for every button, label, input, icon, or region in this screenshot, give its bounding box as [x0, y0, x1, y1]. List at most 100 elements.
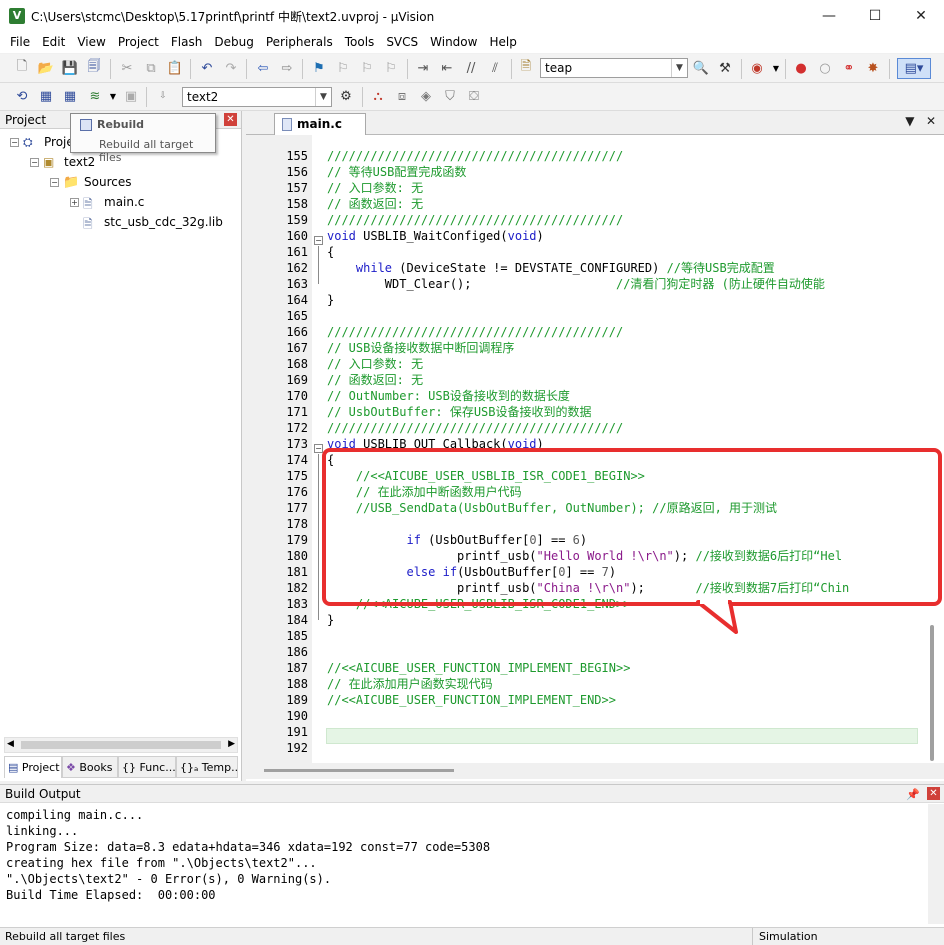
scrollbar-thumb[interactable] — [930, 625, 934, 761]
clear-bookmarks-icon[interactable]: ⚐ — [382, 59, 400, 77]
scrollbar-thumb[interactable] — [264, 769, 454, 772]
line-number: 186 — [286, 645, 308, 659]
editor-horizontal-scrollbar[interactable] — [246, 763, 944, 779]
breakpoint-icon[interactable]: ● — [792, 59, 810, 77]
build-output-scrollbar[interactable] — [928, 804, 944, 924]
menu-file[interactable]: File — [4, 32, 36, 53]
save-all-icon[interactable]: 🗐 — [85, 59, 103, 77]
menu-window[interactable]: Window — [424, 32, 483, 53]
run-time-environment-icon[interactable]: ⛋ — [465, 87, 483, 105]
maximize-icon[interactable]: ☐ — [852, 0, 898, 32]
tab-books[interactable]: ❖ Books — [62, 756, 118, 778]
menu-tools[interactable]: Tools — [339, 32, 381, 53]
scroll-right-icon[interactable]: ▶ — [228, 739, 235, 749]
menu-project[interactable]: Project — [112, 32, 165, 53]
next-bookmark-icon[interactable]: ⚐ — [358, 59, 376, 77]
tab-main-c[interactable]: main.c — [274, 113, 366, 135]
uncomment-icon[interactable]: ⫽ — [486, 59, 504, 77]
expand-icon[interactable]: + — [70, 197, 79, 207]
redo-icon[interactable]: ↷ — [222, 59, 240, 77]
tree-item-lib[interactable]: 🗎 stc_usb_cdc_32g.lib — [83, 212, 223, 232]
tab-project[interactable]: ▤ Project — [4, 756, 62, 778]
comment-icon[interactable]: // — [462, 59, 480, 77]
window-layout-icon[interactable]: ▤▾ — [897, 58, 931, 79]
menu-peripherals[interactable]: Peripherals — [260, 32, 339, 53]
menu-flash[interactable]: Flash — [165, 32, 208, 53]
nav-back-icon[interactable]: ⇦ — [254, 59, 272, 77]
project-horizontal-scrollbar[interactable]: ◀ ▶ — [4, 737, 238, 753]
target-combo[interactable]: text2 ▼ — [182, 87, 332, 107]
download-icon[interactable]: ⇩ — [154, 87, 172, 105]
collapse-icon[interactable]: − — [50, 177, 59, 187]
disable-breakpoint-icon[interactable]: ○ — [816, 59, 834, 77]
find-icon[interactable]: 🔍 — [692, 59, 710, 77]
chevron-down-icon[interactable]: ▼ — [104, 87, 122, 105]
incremental-find-icon[interactable]: ⚒ — [716, 59, 734, 77]
find-combo[interactable]: teap ▼ — [540, 58, 688, 78]
tree-item-main-c[interactable]: + 🗎 main.c — [70, 192, 144, 212]
chevron-down-icon[interactable]: ▼ — [671, 59, 687, 77]
menu-debug[interactable]: Debug — [208, 32, 259, 53]
kill-breakpoints-icon[interactable]: ✸ — [864, 59, 882, 77]
undo-icon[interactable]: ↶ — [198, 59, 216, 77]
close-icon[interactable]: ✕ — [898, 0, 944, 32]
build-output-line: Program Size: data=8.3 edata+hdata=346 x… — [6, 840, 491, 854]
manage-components-icon[interactable]: ⛬ — [369, 87, 387, 105]
collapse-icon[interactable]: − — [10, 137, 19, 147]
target-options-icon[interactable]: ⚙ — [337, 87, 355, 105]
pack-installer-icon[interactable]: ◈ — [417, 87, 435, 105]
menu-edit[interactable]: Edit — [36, 32, 71, 53]
line-number: 191 — [286, 725, 308, 739]
toolbar-separator — [407, 59, 408, 79]
save-icon[interactable]: 💾 — [61, 59, 79, 77]
collapse-icon[interactable]: − — [30, 157, 39, 167]
close-icon[interactable]: ✕ — [927, 787, 940, 800]
line-number: 160 — [286, 229, 308, 243]
scroll-left-icon[interactable]: ◀ — [7, 739, 14, 749]
code-line: ////////////////////////////////////////… — [327, 148, 623, 164]
tab-functions[interactable]: {} Func... — [118, 756, 176, 778]
select-software-packs-icon[interactable]: ⛉ — [441, 87, 459, 105]
cut-icon[interactable]: ✂ — [118, 59, 136, 77]
tree-item-target[interactable]: − ▣ text2 — [30, 152, 95, 172]
batch-build-icon[interactable]: ≋ — [86, 87, 104, 105]
copy-icon[interactable]: ⧉ — [142, 59, 160, 77]
close-icon[interactable]: ✕ — [224, 113, 237, 126]
fold-collapse-icon[interactable]: − — [314, 236, 323, 245]
build-output-line: creating hex file from ".\Objects\text2"… — [6, 856, 317, 870]
pin-icon[interactable]: 📌 — [906, 786, 920, 804]
rebuild-icon[interactable]: ▦ — [61, 87, 79, 105]
menu-view[interactable]: View — [71, 32, 111, 53]
scrollbar-thumb[interactable] — [21, 741, 221, 749]
disable-all-breakpoints-icon[interactable]: ⚭ — [840, 59, 858, 77]
close-icon[interactable]: ✕ — [926, 114, 936, 128]
menu-help[interactable]: Help — [483, 32, 522, 53]
file-extensions-icon[interactable]: ⧈ — [393, 87, 411, 105]
indent-icon[interactable]: ⇥ — [414, 59, 432, 77]
paste-icon[interactable]: 📋 — [166, 59, 184, 77]
translate-icon[interactable]: ⟲ — [13, 87, 31, 105]
new-file-icon[interactable]: 🗋 — [13, 59, 31, 77]
tree-item-sources[interactable]: − 📁 Sources — [50, 172, 131, 192]
tree-item-project[interactable]: − ⛭ Proje — [10, 132, 74, 152]
start-debug-icon[interactable]: ◉ — [748, 59, 766, 77]
tab-templates[interactable]: {}ₐ Temp... — [176, 756, 238, 778]
unindent-icon[interactable]: ⇤ — [438, 59, 456, 77]
open-folder-icon[interactable]: 📂 — [37, 59, 55, 77]
prev-bookmark-icon[interactable]: ⚐ — [334, 59, 352, 77]
build-icon[interactable]: ▦ — [37, 87, 55, 105]
minimize-icon[interactable]: — — [806, 0, 852, 32]
build-output-line: ".\Objects\text2" - 0 Error(s), 0 Warnin… — [6, 872, 332, 886]
tab-dropdown-icon[interactable]: ▼ — [905, 114, 914, 128]
bookmark-icon[interactable]: ⚑ — [310, 59, 328, 77]
chevron-down-icon[interactable]: ▼ — [315, 88, 331, 106]
tab-label: Books — [79, 761, 113, 774]
menu-svcs[interactable]: SVCS — [380, 32, 424, 53]
editor-panel: main.c ▼ ✕ 155 156 157 158 159 160 161 162 163 16… — [246, 111, 944, 781]
chevron-down-icon[interactable]: ▼ — [767, 59, 785, 77]
nav-forward-icon[interactable]: ⇨ — [278, 59, 296, 77]
toolbar-separator — [246, 59, 247, 79]
fold-collapse-icon[interactable]: − — [314, 444, 323, 453]
stop-build-icon[interactable]: ▣ — [122, 87, 140, 105]
find-in-files-icon[interactable]: 🗎 — [517, 59, 535, 77]
